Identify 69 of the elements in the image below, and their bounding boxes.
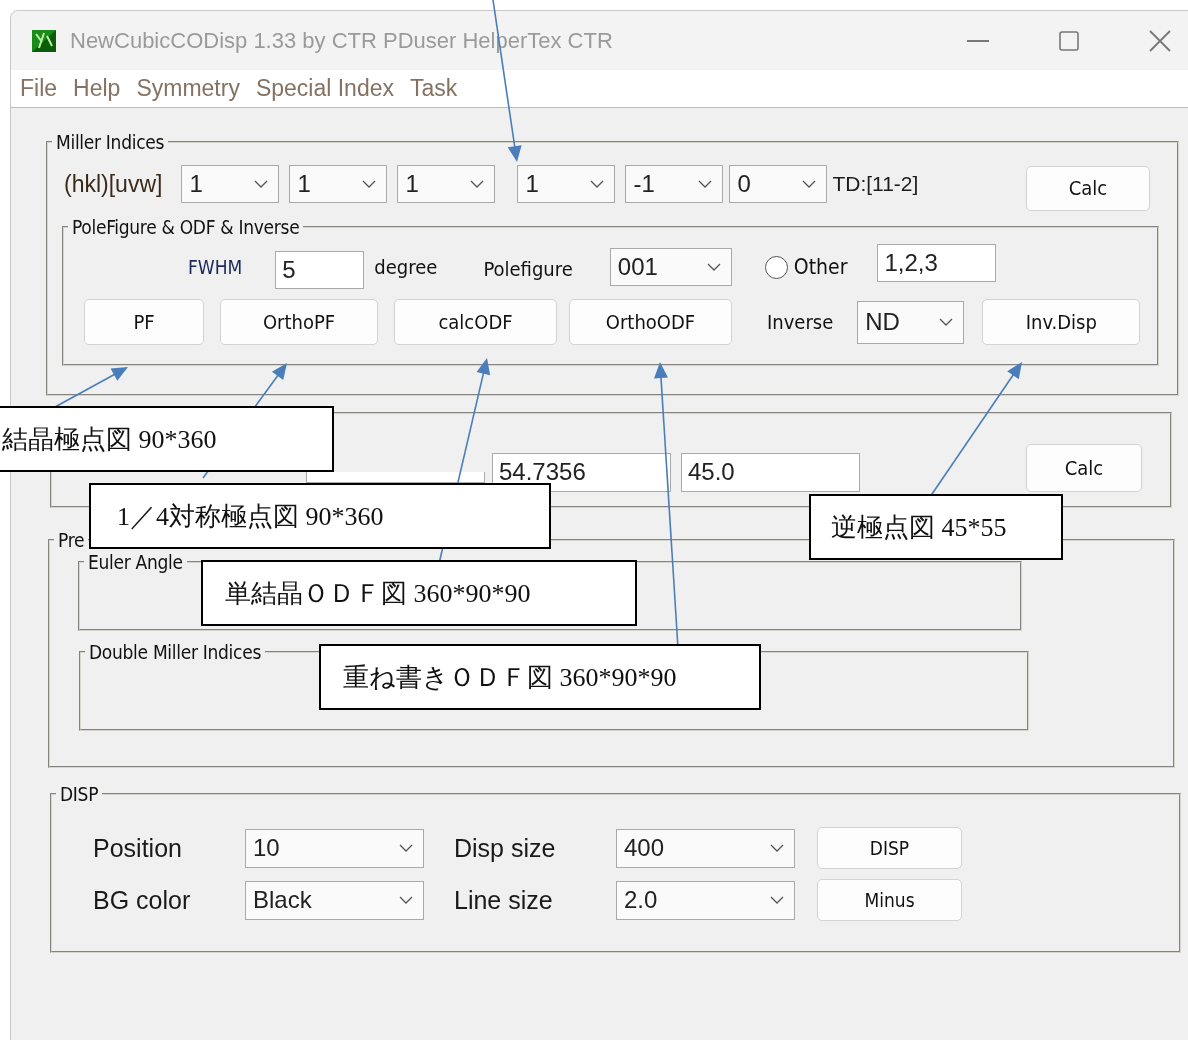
radio-button[interactable]: Other — [764, 255, 848, 279]
input-field[interactable]: 5 — [275, 251, 365, 289]
chevron-icon — [802, 180, 817, 188]
callout-box: 単結晶ＯＤＦ図 360*90*90 — [201, 560, 637, 626]
group-label: Euler Angle — [87, 551, 184, 573]
callout-box: 結晶極点図 90*360 — [0, 406, 334, 472]
chevron-icon — [362, 180, 377, 188]
dropdown[interactable]: 1 — [289, 165, 388, 203]
maximize-icon[interactable] — [1059, 30, 1079, 51]
dropdown[interactable]: 1 — [517, 165, 616, 203]
callout-box: 逆極点図 45*55 — [809, 494, 1063, 560]
menu-item[interactable]: Help — [73, 75, 121, 102]
input-field[interactable]: 45.0 — [681, 452, 860, 492]
callout-box: 1／4対称極点図 90*360 — [89, 483, 551, 549]
dropdown[interactable]: -1 — [625, 165, 724, 203]
dropdown[interactable]: Black — [245, 880, 424, 920]
chevron-icon — [939, 318, 954, 326]
dropdown[interactable]: 1 — [181, 165, 280, 203]
group-label: Double Miller Indices — [88, 641, 262, 663]
group-label: DISP — [59, 783, 100, 805]
action-button[interactable]: DISP — [817, 827, 962, 869]
group-label: PoleFigure & ODF & Inverse — [71, 216, 301, 238]
menu-item[interactable]: Symmetry — [136, 75, 240, 102]
input-field[interactable]: 1,2,3 — [877, 244, 997, 282]
dropdown[interactable]: 10 — [245, 828, 424, 868]
dropdown[interactable]: 1 — [397, 165, 496, 203]
field-label: (hkl)[uvw] — [64, 170, 163, 198]
calc-button[interactable]: Calc — [1026, 444, 1142, 492]
chevron-icon — [254, 180, 269, 188]
dropdown[interactable]: 001 — [609, 248, 732, 286]
app-icon — [32, 29, 56, 52]
dropdown[interactable]: 2.0 — [616, 880, 795, 920]
dropdown[interactable]: ND — [857, 300, 965, 344]
action-button[interactable]: OrthoPF — [220, 299, 378, 345]
minimize-icon[interactable] — [967, 39, 989, 42]
field-label: Polefigure — [483, 257, 573, 281]
callout-box: 重ね書きＯＤＦ図 360*90*90 — [319, 644, 761, 710]
field-label: FWHM — [188, 256, 243, 278]
dropdown[interactable]: 0 — [729, 165, 828, 203]
close-icon[interactable] — [1149, 29, 1171, 52]
menu-item[interactable]: Special Index — [255, 75, 394, 102]
chevron-icon — [706, 263, 721, 271]
direction-label: TD:[11-2] — [832, 172, 919, 196]
menu-item[interactable]: Task — [409, 75, 458, 102]
input-field[interactable] — [306, 472, 485, 483]
action-button[interactable]: calcODF — [394, 299, 557, 345]
calc-button[interactable]: Calc — [1026, 165, 1150, 211]
input-field[interactable]: 54.7356 — [492, 452, 671, 492]
field-label: BG color — [93, 885, 192, 915]
field-label: Inverse — [767, 310, 834, 334]
chevron-icon — [399, 896, 413, 904]
field-label: Position — [93, 833, 183, 863]
chevron-icon — [770, 896, 784, 904]
dropdown[interactable]: 400 — [616, 828, 795, 868]
chevron-icon — [770, 844, 784, 852]
field-label: Line size — [454, 885, 554, 915]
menu-item[interactable]: File — [20, 75, 58, 102]
action-button[interactable]: OrthoODF — [569, 299, 732, 345]
chevron-icon — [590, 180, 605, 188]
chevron-icon — [470, 180, 485, 188]
action-button[interactable]: Minus — [817, 879, 962, 921]
inverse-display-button[interactable]: Inv.Disp — [982, 299, 1141, 345]
action-button[interactable]: PF — [84, 299, 204, 345]
chevron-icon — [399, 844, 413, 852]
chevron-icon — [698, 180, 713, 188]
group-label: Pre — [57, 529, 86, 551]
group-label: Miller Indices — [55, 131, 166, 153]
field-label: Disp size — [454, 833, 557, 863]
unit-label: degree — [374, 255, 438, 279]
